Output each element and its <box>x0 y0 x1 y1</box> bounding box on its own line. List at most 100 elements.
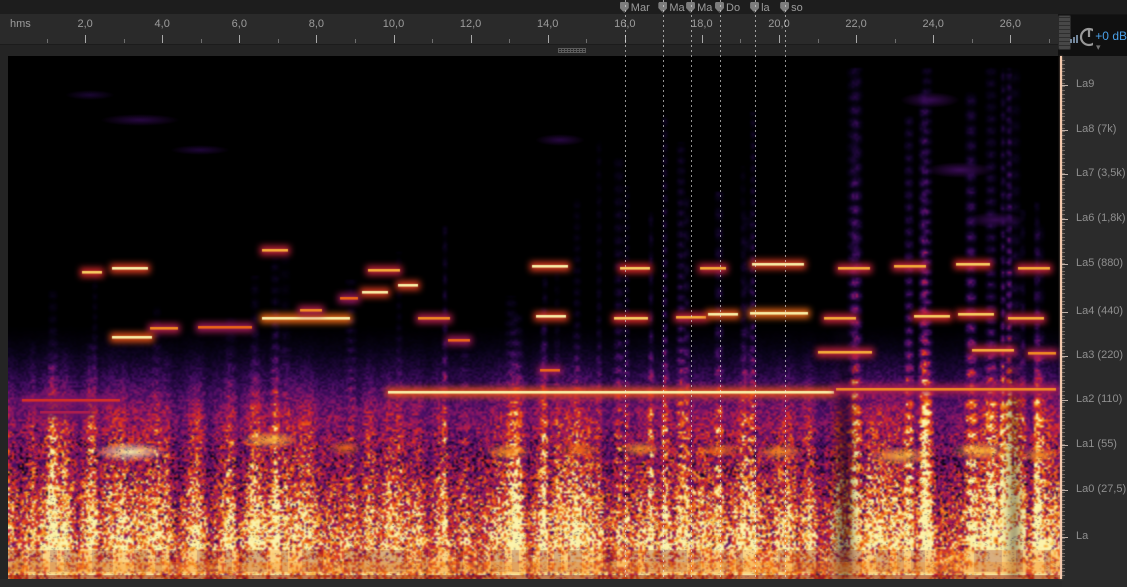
freq-tick <box>1062 432 1065 433</box>
freq-tick <box>1062 361 1065 362</box>
freq-tick <box>1062 188 1065 189</box>
ruler-tick <box>432 39 433 43</box>
freq-tick <box>1062 477 1065 478</box>
freq-tick <box>1062 165 1065 166</box>
freq-tick-major <box>1062 174 1068 175</box>
marker[interactable]: so <box>780 1 803 14</box>
ruler-tick-label: 26,0 <box>1000 18 1021 30</box>
ruler-tick-label: 20,0 <box>768 18 789 30</box>
knob-icon[interactable] <box>1079 25 1093 47</box>
freq-tick <box>1062 113 1065 114</box>
marker-guide-line <box>625 0 626 579</box>
freq-tick <box>1062 395 1065 396</box>
freq-tick <box>1062 222 1065 223</box>
freq-tick <box>1062 357 1065 358</box>
ruler-tick <box>394 35 395 43</box>
freq-tick <box>1062 139 1065 140</box>
freq-tick <box>1062 331 1065 332</box>
ruler-tick <box>740 39 741 43</box>
freq-tick <box>1062 207 1065 208</box>
freq-tick <box>1062 522 1065 523</box>
freq-tick <box>1062 195 1065 196</box>
marker[interactable]: Ma <box>658 1 685 14</box>
playhead[interactable] <box>1060 56 1062 579</box>
freq-label: La0 (27,5) <box>1076 483 1126 495</box>
freq-tick <box>1062 128 1065 129</box>
freq-tick <box>1062 143 1065 144</box>
frequency-axis[interactable]: La9La8 (7k)La7 (3,5k)La6 (1,8k)La5 (880)… <box>1062 56 1127 587</box>
freq-tick <box>1062 406 1065 407</box>
ruler-tick <box>85 35 86 43</box>
ruler-tick-label: 10,0 <box>383 18 404 30</box>
freq-tick <box>1062 68 1065 69</box>
freq-tick <box>1062 83 1065 84</box>
spectral-editor: MarMaMaDolaso hms 2,04,06,08,010,012,014… <box>0 0 1127 587</box>
freq-tick <box>1062 94 1065 95</box>
ruler-tick <box>856 35 857 43</box>
ruler-tick-label: 6,0 <box>232 18 247 30</box>
freq-tick <box>1062 556 1065 557</box>
freq-tick-major <box>1062 537 1068 538</box>
freq-tick <box>1062 417 1065 418</box>
dropdown-caret-icon[interactable]: ▾ <box>1096 43 1101 52</box>
ruler-tick <box>509 39 510 43</box>
freq-tick <box>1062 365 1065 366</box>
marker-guide-line <box>663 0 664 579</box>
freq-tick <box>1062 101 1065 102</box>
freq-tick <box>1062 237 1065 238</box>
freq-tick <box>1062 319 1065 320</box>
freq-tick <box>1062 560 1065 561</box>
freq-tick <box>1062 526 1065 527</box>
freq-label: La9 <box>1076 78 1094 90</box>
freq-tick <box>1062 553 1065 554</box>
freq-label: La4 (440) <box>1076 305 1123 317</box>
ruler-tick <box>316 35 317 43</box>
ruler-tick <box>586 39 587 43</box>
ruler-tick <box>702 35 703 43</box>
freq-tick <box>1062 289 1065 290</box>
freq-tick <box>1062 391 1065 392</box>
freq-tick <box>1062 252 1065 253</box>
freq-tick <box>1062 350 1065 351</box>
freq-tick <box>1062 413 1065 414</box>
marker-guide-line <box>691 0 692 579</box>
freq-tick <box>1062 447 1065 448</box>
freq-tick <box>1062 380 1065 381</box>
freq-tick <box>1062 387 1065 388</box>
ruler-tick-label: 22,0 <box>845 18 866 30</box>
freq-tick <box>1062 541 1065 542</box>
spectrogram-canvas[interactable] <box>8 56 1062 579</box>
ruler-tick-label: 8,0 <box>309 18 324 30</box>
gain-value: +0 dB <box>1095 29 1127 43</box>
freq-tick <box>1062 571 1065 572</box>
freq-tick <box>1062 304 1065 305</box>
freq-tick <box>1062 481 1065 482</box>
marker-guide-line <box>785 0 786 579</box>
freq-tick <box>1062 451 1065 452</box>
freq-tick <box>1062 530 1065 531</box>
freq-tick <box>1062 301 1065 302</box>
freq-tick <box>1062 549 1065 550</box>
freq-tick <box>1062 214 1065 215</box>
freq-tick <box>1062 169 1065 170</box>
ruler-tick <box>1010 35 1011 43</box>
freq-tick <box>1062 402 1065 403</box>
time-ruler[interactable]: hms 2,04,06,08,010,012,014,016,018,020,0… <box>0 14 1058 45</box>
freq-tick-major <box>1062 264 1068 265</box>
freq-tick <box>1062 327 1065 328</box>
ruler-tick-label: 24,0 <box>922 18 943 30</box>
freq-tick <box>1062 466 1065 467</box>
freq-tick <box>1062 383 1065 384</box>
freq-tick <box>1062 428 1065 429</box>
ruler-tick-label: 4,0 <box>155 18 170 30</box>
freq-tick <box>1062 177 1065 178</box>
freq-tick <box>1062 459 1065 460</box>
freq-tick <box>1062 75 1065 76</box>
scrollbar-grip-icon[interactable] <box>558 48 586 53</box>
freq-tick <box>1062 376 1065 377</box>
freq-tick <box>1062 60 1065 61</box>
freq-tick <box>1062 248 1065 249</box>
freq-tick <box>1062 534 1065 535</box>
marker-row[interactable]: MarMaMaDolaso <box>0 0 1127 15</box>
freq-tick <box>1062 210 1065 211</box>
